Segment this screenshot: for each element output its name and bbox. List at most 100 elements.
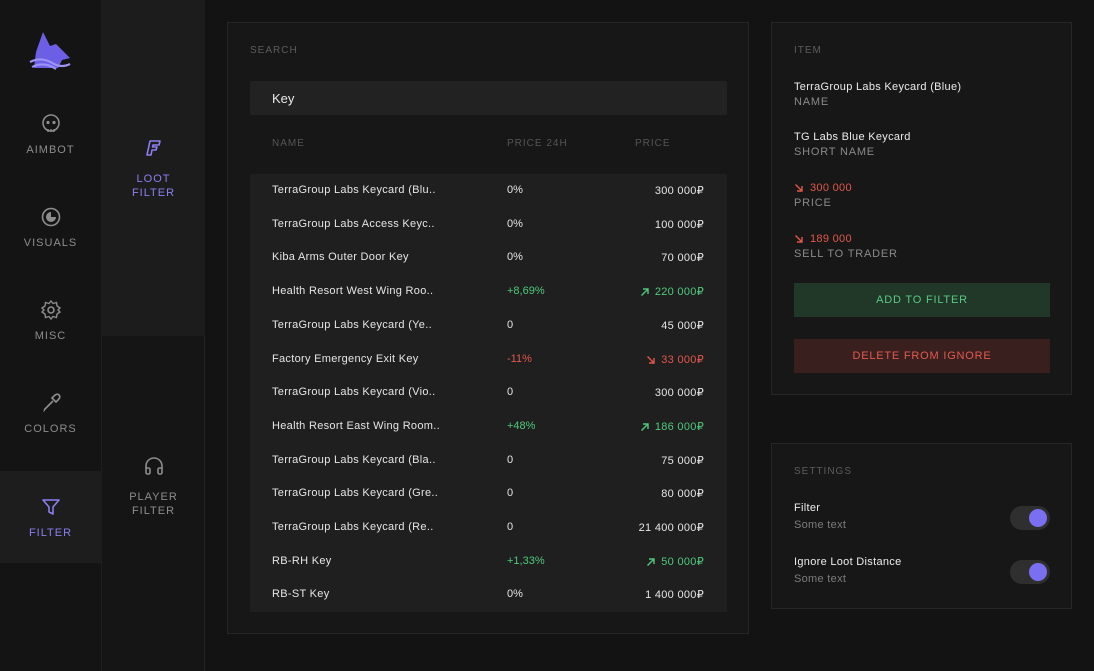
sub-sidebar: LOOT FILTER PLAYER FILTER	[101, 0, 205, 671]
nav-item-label: COLORS	[24, 423, 77, 435]
price-cell: 80 000₽	[661, 487, 704, 500]
search-panel: SEARCH NAME PRICE 24H PRICE TerraGroup L…	[227, 22, 749, 634]
subnav-item-label: PLAYER FILTER	[129, 490, 178, 517]
table-row[interactable]: RB-RH Key +1,33% 50 000₽	[250, 545, 727, 579]
settings-panel: SETTINGS Filter Some text Ignore Loot Di…	[771, 443, 1072, 609]
item-name-cell: TerraGroup Labs Keycard (Blu..	[272, 184, 436, 196]
nav-item-label: VISUALS	[23, 237, 78, 249]
subnav-item-player-filter[interactable]: PLAYER FILTER	[102, 336, 205, 636]
table-row[interactable]: Health Resort East Wing Room.. +48% 186 00…	[250, 410, 727, 444]
delete-from-ignore-button[interactable]: DELETE FROM IGNORE	[794, 339, 1050, 373]
main-sidebar: AIMBOT VISUALS MISC COLORS FILTER	[0, 0, 101, 671]
price-value: 1 400 000₽	[645, 589, 704, 601]
setting-ignore-loot-distance: Ignore Loot Distance Some text	[794, 556, 1050, 590]
search-input[interactable]	[250, 81, 727, 115]
nav-item-visuals[interactable]: VISUALS	[0, 181, 101, 273]
item-short-name-label: SHORT NAME	[794, 146, 875, 158]
price-change-cell: 0	[507, 454, 514, 466]
table-row[interactable]: TerraGroup Labs Keycard (Gre.. 0 80 000₽	[250, 477, 727, 511]
price-cell: 75 000₽	[661, 454, 704, 467]
price-value: 21 400 000₽	[638, 522, 704, 534]
price-value: 75 000₽	[661, 455, 704, 467]
nav-item-label: MISC	[34, 330, 67, 342]
column-header-price-24h[interactable]: PRICE 24H	[507, 138, 568, 149]
nav-item-label: AIMBOT	[26, 144, 75, 156]
table-row[interactable]: Kiba Arms Outer Door Key 0% 70 000₽	[250, 241, 727, 275]
search-panel-title: SEARCH	[250, 45, 298, 56]
nav-item-label: FILTER	[28, 527, 73, 539]
price-change-cell: +48%	[507, 420, 536, 432]
filter-toggle[interactable]	[1010, 506, 1050, 530]
price-change-cell: 0	[507, 319, 514, 331]
table-row[interactable]: TerraGroup Labs Access Keyc.. 0% 100 000₽	[250, 208, 727, 242]
column-header-price[interactable]: PRICE	[635, 138, 671, 149]
price-cell: 220 000₽	[640, 285, 704, 298]
subnav-item-loot-filter[interactable]: LOOT FILTER	[102, 0, 205, 336]
table-row[interactable]: TerraGroup Labs Keycard (Bla.. 0 75 000₽	[250, 444, 727, 478]
item-sell-value: 189 000	[810, 233, 852, 245]
nav-item-misc[interactable]: MISC	[0, 274, 101, 366]
ignore-loot-distance-toggle[interactable]	[1010, 560, 1050, 584]
item-name-field: TerraGroup Labs Keycard (Blue) NAME	[794, 81, 961, 108]
price-change-cell: 0%	[507, 184, 523, 196]
price-value: 300 000₽	[654, 387, 704, 399]
price-change-cell: 0%	[507, 218, 523, 230]
item-price-field: 300 000 PRICE	[794, 182, 852, 209]
nav-item-colors[interactable]: COLORS	[0, 367, 101, 459]
price-cell: 186 000₽	[640, 420, 704, 433]
price-cell: 100 000₽	[655, 218, 704, 231]
item-name-cell: RB-ST Key	[272, 588, 330, 600]
price-cell: 1 400 000₽	[645, 588, 704, 601]
item-sell-row: 189 000	[794, 233, 898, 245]
table-row[interactable]: Health Resort West Wing Roo.. +8,69% 220 0…	[250, 275, 727, 309]
arrow-up-right-icon	[640, 422, 649, 431]
toggle-knob	[1029, 509, 1047, 527]
gear-icon	[39, 298, 63, 322]
setting-filter: Filter Some text	[794, 502, 1050, 536]
add-to-filter-button[interactable]: ADD TO FILTER	[794, 283, 1050, 317]
results-table: TerraGroup Labs Keycard (Blu.. 0% 300 000₽…	[250, 174, 727, 612]
price-value: 70 000₽	[661, 252, 704, 264]
table-row[interactable]: Factory Emergency Exit Key -11% 33 000₽	[250, 343, 727, 377]
price-change-cell: 0	[507, 521, 514, 533]
price-value: 33 000₽	[661, 354, 704, 366]
price-change-cell: 0%	[507, 251, 523, 263]
item-panel: ITEM TerraGroup Labs Keycard (Blue) NAME…	[771, 22, 1072, 395]
table-row[interactable]: TerraGroup Labs Keycard (Blu.. 0% 300 000₽	[250, 174, 727, 208]
nav-item-filter[interactable]: FILTER	[0, 471, 101, 563]
subnav-item-label: LOOT FILTER	[131, 172, 176, 199]
price-value: 45 000₽	[661, 320, 704, 332]
price-value: 80 000₽	[661, 488, 704, 500]
item-name-cell: TerraGroup Labs Keycard (Gre..	[272, 487, 439, 499]
table-row[interactable]: TerraGroup Labs Keycard (Ye.. 0 45 000₽	[250, 309, 727, 343]
price-value: 50 000₽	[661, 556, 704, 568]
item-short-name-field: TG Labs Blue Keycard SHORT NAME	[794, 131, 911, 158]
item-sell-field: 189 000 SELL TO TRADER	[794, 233, 898, 260]
nav-item-aimbot[interactable]: AIMBOT	[0, 88, 101, 180]
item-panel-title: ITEM	[794, 45, 822, 56]
loot-filter-icon	[143, 137, 165, 164]
item-name-cell: TerraGroup Labs Access Keyc..	[272, 218, 435, 230]
table-row[interactable]: RB-ST Key 0% 1 400 000₽	[250, 578, 727, 612]
eye-circle-icon	[39, 205, 63, 229]
price-change-cell: 0%	[507, 588, 523, 600]
item-price-label: PRICE	[794, 197, 832, 209]
item-name-cell: Factory Emergency Exit Key	[272, 353, 419, 365]
wolf-logo-icon	[29, 32, 71, 70]
item-name-cell: Kiba Arms Outer Door Key	[272, 251, 409, 263]
column-header-name[interactable]: NAME	[272, 138, 305, 149]
headset-icon	[143, 455, 165, 482]
arrow-down-right-icon	[795, 184, 803, 192]
table-row[interactable]: TerraGroup Labs Keycard (Vio.. 0 300 000₽	[250, 376, 727, 410]
table-row[interactable]: TerraGroup Labs Keycard (Re.. 0 21 400 000…	[250, 511, 727, 545]
arrow-up-right-icon	[640, 287, 649, 296]
price-cell: 300 000₽	[655, 386, 704, 399]
price-change-cell: +1,33%	[507, 555, 545, 567]
item-price-row: 300 000	[794, 182, 852, 194]
item-name-cell: TerraGroup Labs Keycard (Re..	[272, 521, 434, 533]
price-cell: 21 400 000₽	[639, 521, 704, 534]
item-name-cell: TerraGroup Labs Keycard (Ye..	[272, 319, 432, 331]
price-change-cell: 0	[507, 487, 514, 499]
arrow-down-right-icon	[647, 355, 655, 364]
eyedropper-icon	[39, 391, 63, 415]
